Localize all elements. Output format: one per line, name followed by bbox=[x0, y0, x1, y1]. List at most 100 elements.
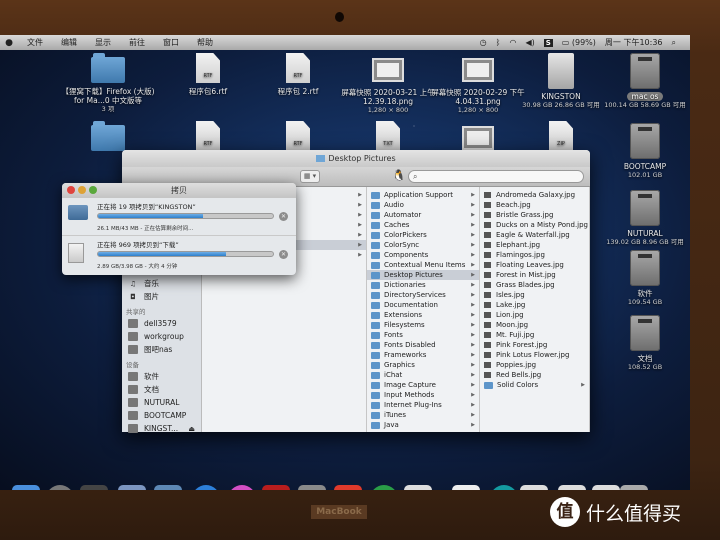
sidebar-item-dell3579[interactable]: dell3579 bbox=[122, 317, 201, 330]
dock-item-arduino[interactable]: ∞ bbox=[490, 485, 518, 490]
list-item[interactable]: Pink Forest.jpg bbox=[480, 340, 589, 350]
list-item[interactable]: Extensions ▶ bbox=[367, 310, 479, 320]
dock-item-launchpad[interactable]: 🚀 bbox=[46, 485, 74, 490]
search-input[interactable]: ⌕ bbox=[408, 170, 584, 183]
desktop-volume-software[interactable]: 软件 109.54 GB bbox=[597, 250, 690, 307]
menu-go[interactable]: 前往 bbox=[120, 37, 154, 48]
desktop-volume-mac-os[interactable]: mac os 100.14 GB 58.69 GB 可用 bbox=[597, 53, 690, 110]
list-item[interactable]: Ducks on a Misty Pond.jpg bbox=[480, 220, 589, 230]
eject-icon[interactable]: ⏏ bbox=[188, 425, 195, 433]
list-item-selected[interactable]: Desktop Pictures ▶ bbox=[367, 270, 479, 280]
menu-edit[interactable]: 编辑 bbox=[52, 37, 86, 48]
desktop-volume-nutural[interactable]: NUTURAL 139.02 GB 8.96 GB 可用 bbox=[597, 190, 690, 247]
list-item[interactable]: Audio ▶ bbox=[367, 200, 479, 210]
list-item[interactable]: Elephant.jpg bbox=[480, 240, 589, 250]
list-item[interactable]: Graphics ▶ bbox=[367, 360, 479, 370]
dock-item-photo-booth[interactable]: ▣ bbox=[262, 485, 290, 490]
list-item[interactable]: Lion.jpg bbox=[480, 310, 589, 320]
input-method-icon[interactable]: S bbox=[543, 38, 553, 47]
list-item[interactable]: ColorSync ▶ bbox=[367, 240, 479, 250]
bluetooth-icon[interactable]: ᛒ bbox=[496, 38, 501, 47]
copy-dialog-titlebar[interactable]: 拷贝 bbox=[62, 183, 296, 198]
menu-window[interactable]: 窗口 bbox=[154, 37, 188, 48]
menu-file[interactable]: 文件 bbox=[18, 37, 52, 48]
close-window-button[interactable] bbox=[67, 186, 75, 194]
list-item[interactable]: Application Support ▶ bbox=[367, 190, 479, 200]
minimize-window-button[interactable] bbox=[78, 186, 86, 194]
list-item[interactable]: Documentation ▶ bbox=[367, 300, 479, 310]
desktop-item-rtf-2[interactable]: RTF 程序包 2.rtf bbox=[250, 53, 346, 96]
list-item[interactable]: Fonts Disabled ▶ bbox=[367, 340, 479, 350]
dock-item-qq[interactable]: 🐧 bbox=[334, 485, 362, 490]
finder-titlebar[interactable]: Desktop Pictures bbox=[122, 150, 590, 167]
desktop-volume-kingston[interactable]: KINGSTON 30.98 GB 26.86 GB 可用 bbox=[513, 53, 609, 110]
time-machine-icon[interactable]: ◷ bbox=[480, 38, 487, 47]
dock-item-safari[interactable]: ◎ bbox=[192, 485, 220, 490]
dock-item-finder[interactable]: ☺ bbox=[12, 485, 40, 490]
list-item[interactable]: Input Methods ▶ bbox=[367, 390, 479, 400]
list-item[interactable]: Contextual Menu Items ▶ bbox=[367, 260, 479, 270]
menu-view[interactable]: 显示 bbox=[86, 37, 120, 48]
clock[interactable]: 周一 下午10:36 bbox=[605, 37, 663, 48]
desktop-item-rtf-6[interactable]: RTF 程序包6.rtf bbox=[160, 53, 256, 96]
list-item[interactable]: Floating Leaves.jpg bbox=[480, 260, 589, 270]
list-item[interactable]: Mt. Fuji.jpg bbox=[480, 330, 589, 340]
dock-item-document[interactable]: ▤ bbox=[452, 485, 480, 490]
list-item[interactable]: Java ▶ bbox=[367, 420, 479, 430]
list-item[interactable]: Poppies.jpg bbox=[480, 360, 589, 370]
list-item[interactable]: Filesystems ▶ bbox=[367, 320, 479, 330]
list-item[interactable]: iChat ▶ bbox=[367, 370, 479, 380]
view-options-button[interactable]: ▦ ▾ bbox=[300, 170, 320, 183]
list-item[interactable]: Components ▶ bbox=[367, 250, 479, 260]
dock-item-window-1[interactable] bbox=[520, 485, 548, 490]
sidebar-item-workgroup[interactable]: workgroup bbox=[122, 330, 201, 343]
list-item[interactable]: DirectoryServices ▶ bbox=[367, 290, 479, 300]
sidebar-item-nas[interactable]: 图吧nas bbox=[122, 343, 201, 356]
desktop-item-firefox-folder[interactable]: 【狸窝下载】Firefox (大版) for Ma...0 中文版等 3 项 bbox=[60, 53, 156, 114]
dock-item-chrome[interactable]: ◉ bbox=[370, 485, 398, 490]
list-item[interactable]: Flamingos.jpg bbox=[480, 250, 589, 260]
dock-item-window-3[interactable] bbox=[592, 485, 620, 490]
dock-item-window-chrome[interactable]: ◉ bbox=[558, 485, 586, 490]
list-item[interactable]: Moon.jpg bbox=[480, 320, 589, 330]
list-item[interactable]: Isles.jpg bbox=[480, 290, 589, 300]
qq-penguin-icon[interactable]: 🐧 bbox=[392, 169, 406, 182]
list-item[interactable]: Internet Plug-Ins ▶ bbox=[367, 400, 479, 410]
sidebar-item-kingston[interactable]: KINGST... ⏏ bbox=[122, 422, 201, 435]
sidebar-item-bootcamp[interactable]: BOOTCAMP bbox=[122, 409, 201, 422]
desktop-item-screenshot-0321[interactable]: 屏幕快照 2020-03-21 上午12.39.18.png 1,280 × 8… bbox=[340, 55, 436, 115]
sidebar-item-documents[interactable]: 文档 bbox=[122, 383, 201, 396]
zoom-window-button[interactable] bbox=[89, 186, 97, 194]
list-item[interactable]: Pink Lotus Flower.jpg bbox=[480, 350, 589, 360]
dock-item-mail[interactable]: ✉ bbox=[118, 485, 146, 490]
dock-item-trash[interactable]: 🗑 bbox=[620, 485, 648, 490]
list-item[interactable]: Frameworks ▶ bbox=[367, 350, 479, 360]
dock-item-system-preferences[interactable]: ⚙ bbox=[298, 485, 326, 490]
stop-copy-button[interactable]: ✕ bbox=[279, 250, 288, 259]
list-item[interactable]: Bristle Grass.jpg bbox=[480, 210, 589, 220]
battery-status[interactable]: ▭ (99%) bbox=[562, 38, 596, 47]
dock-item-textedit[interactable]: ✎ bbox=[404, 485, 432, 490]
list-item[interactable]: Solid Colors ▶ bbox=[480, 380, 589, 390]
wifi-icon[interactable]: ◠ bbox=[509, 38, 516, 47]
volume-icon[interactable]: ◀) bbox=[525, 38, 534, 47]
list-item[interactable]: Beach.jpg bbox=[480, 200, 589, 210]
list-item[interactable]: ColorPickers ▶ bbox=[367, 230, 479, 240]
sidebar-item-nutural[interactable]: NUTURAL bbox=[122, 396, 201, 409]
list-item[interactable]: Fonts ▶ bbox=[367, 330, 479, 340]
list-item[interactable]: Forest in Mist.jpg bbox=[480, 270, 589, 280]
desktop-item-screenshot-0229[interactable]: 屏幕快照 2020-02-29 下午4.04.31.png 1,280 × 80… bbox=[430, 55, 526, 115]
list-item[interactable]: Andromeda Galaxy.jpg bbox=[480, 190, 589, 200]
dock-item-app-folder[interactable]: ▦ bbox=[80, 485, 108, 490]
list-item[interactable]: Red Bells.jpg bbox=[480, 370, 589, 380]
list-item[interactable]: Grass Blades.jpg bbox=[480, 280, 589, 290]
sidebar-item-music[interactable]: ♫ 音乐 bbox=[122, 277, 201, 290]
list-item[interactable]: iTunes ▶ bbox=[367, 410, 479, 420]
list-item[interactable]: Eagle & Waterfall.jpg bbox=[480, 230, 589, 240]
sidebar-item-software[interactable]: 软件 bbox=[122, 370, 201, 383]
list-item[interactable]: Image Capture ▶ bbox=[367, 380, 479, 390]
desktop-volume-bootcamp[interactable]: BOOTCAMP 102.01 GB bbox=[597, 123, 690, 180]
apple-menu-icon[interactable]: ● bbox=[0, 38, 18, 48]
desktop-volume-documents[interactable]: 文档 108.52 GB bbox=[597, 315, 690, 372]
sidebar-item-pictures[interactable]: ◘ 图片 bbox=[122, 290, 201, 303]
